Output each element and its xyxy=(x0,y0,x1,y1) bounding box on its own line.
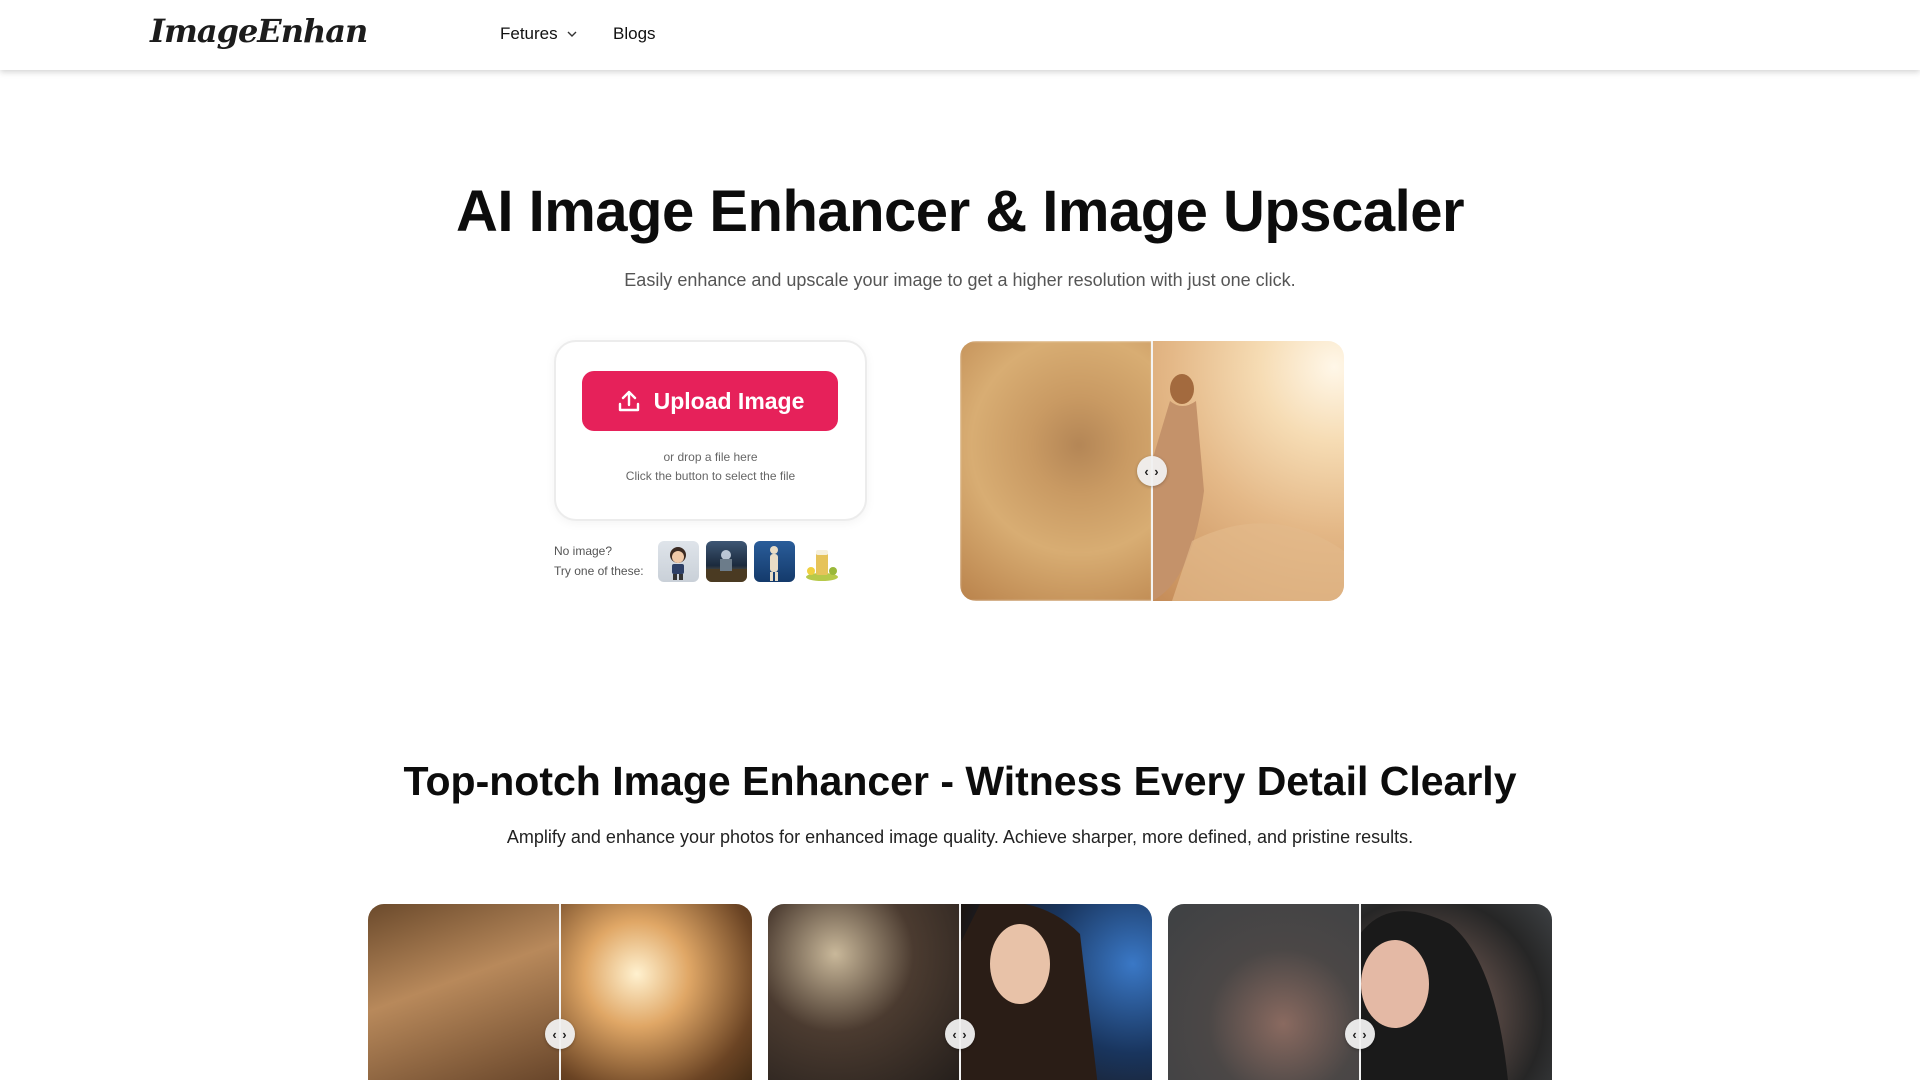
drink-thumbnail xyxy=(806,550,838,581)
after-image xyxy=(1152,341,1344,601)
sample-image-cartoon-boy[interactable] xyxy=(658,541,699,582)
before-image xyxy=(960,341,1152,601)
site-logo[interactable]: ImageEnhan xyxy=(150,12,368,50)
night-scene-thumbnail xyxy=(706,550,747,582)
upload-dropzone[interactable]: Upload Image or drop a file here Click t… xyxy=(554,340,867,521)
chevron-down-icon xyxy=(567,31,577,37)
compare-divider[interactable] xyxy=(559,904,561,1080)
nav-features-label: Fetures xyxy=(500,24,558,43)
statue-thumbnail xyxy=(770,546,778,581)
compare-arrows-icon[interactable]: ‹ › xyxy=(1345,1019,1375,1049)
upload-icon xyxy=(618,390,639,412)
woman-figure xyxy=(1152,374,1344,601)
cartoon-boy-thumbnail xyxy=(670,547,686,580)
sample-image-statue[interactable] xyxy=(754,541,795,582)
compare-arrows-icon[interactable]: ‹ › xyxy=(1137,456,1167,486)
upload-button-label: Upload Image xyxy=(653,387,805,414)
sample-images: No image? Try one of these: xyxy=(554,541,843,582)
after-image xyxy=(1360,904,1552,1080)
section-subtitle: Amplify and enhance your photos for enha… xyxy=(506,827,1414,847)
upload-image-button[interactable]: Upload Image xyxy=(582,371,838,431)
before-image xyxy=(768,904,960,1080)
portrait-figure xyxy=(1360,911,1508,1080)
compare-arrows-icon[interactable]: ‹ › xyxy=(945,1019,975,1049)
compare-slider-portrait-blue[interactable]: ‹ › xyxy=(768,904,1152,1080)
drop-hint-line2: Click the button to select the file xyxy=(625,469,796,483)
hero-before-after-slider[interactable]: ‹ › xyxy=(960,341,1344,601)
compare-slider-portrait-grey[interactable]: ‹ › xyxy=(1168,904,1552,1080)
drop-hint-line1: or drop a file here xyxy=(663,450,758,464)
page-subtitle: Easily enhance and upscale your image to… xyxy=(624,270,1296,290)
site-header: ImageEnhan Fetures Blogs xyxy=(0,0,1920,70)
compare-arrows-icon[interactable]: ‹ › xyxy=(545,1019,575,1049)
section-title: Top-notch Image Enhancer - Witness Every… xyxy=(403,758,1517,804)
drop-hint: or drop a file here Click the button to … xyxy=(556,448,865,486)
sample-image-drink[interactable] xyxy=(802,541,843,582)
compare-divider[interactable] xyxy=(959,904,961,1080)
page-title: AI Image Enhancer & Image Upscaler xyxy=(455,179,1465,244)
samples-label-1: No image? xyxy=(554,544,613,558)
compare-divider[interactable] xyxy=(1359,904,1361,1080)
compare-slider-room[interactable]: ‹ › xyxy=(368,904,752,1080)
sample-image-night-scene[interactable] xyxy=(706,541,747,582)
before-image xyxy=(368,904,560,1080)
after-image xyxy=(560,904,752,1080)
nav-blogs-label: Blogs xyxy=(613,24,656,43)
after-image xyxy=(960,904,1152,1080)
nav-features[interactable]: Fetures xyxy=(500,24,578,44)
nav-blogs[interactable]: Blogs xyxy=(613,24,656,44)
samples-label-2: Try one of these: xyxy=(554,564,644,578)
before-image xyxy=(1168,904,1360,1080)
portrait-figure xyxy=(960,904,1098,1080)
